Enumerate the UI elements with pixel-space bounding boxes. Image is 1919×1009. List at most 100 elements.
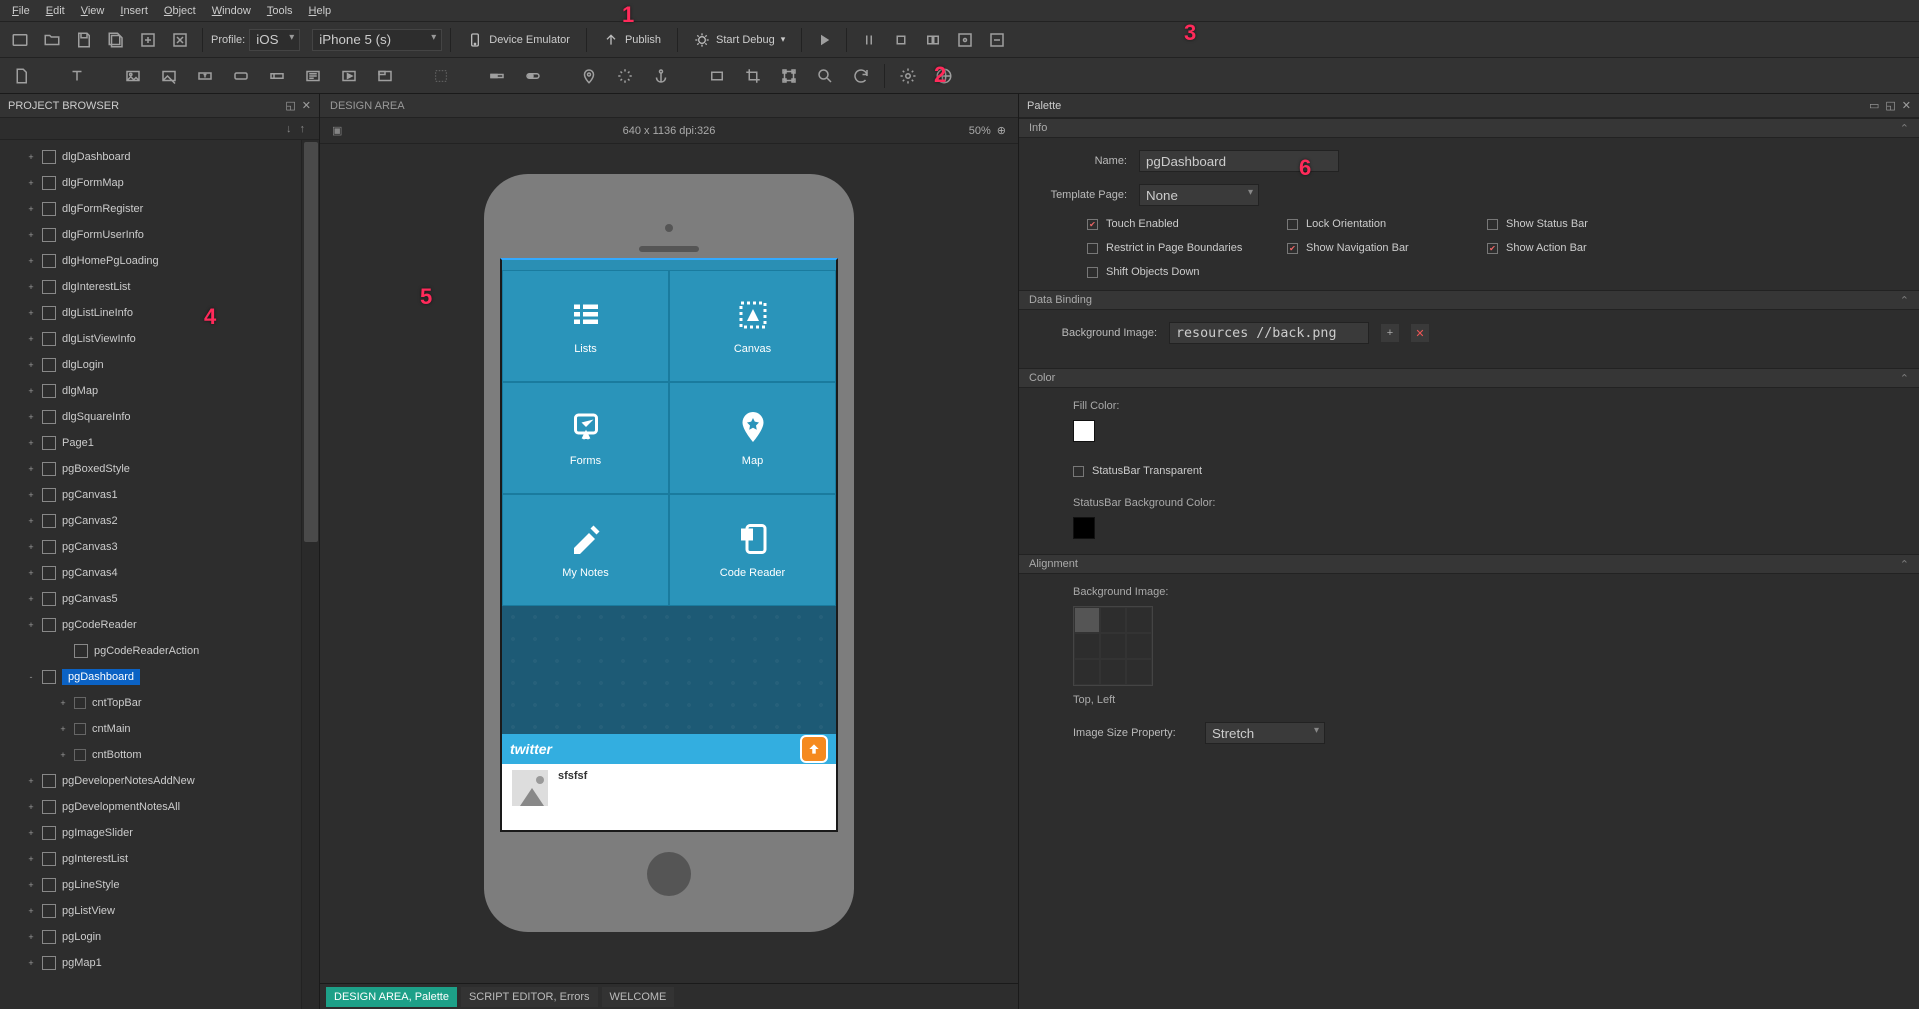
palette-close-icon[interactable]: ✕ [1902, 99, 1911, 112]
debug-play-icon[interactable] [810, 26, 838, 54]
tree-item[interactable]: +pgCanvas3 [0, 534, 319, 560]
statusbar-transparent-checkbox[interactable] [1073, 466, 1084, 477]
tree-item[interactable]: +dlgMap [0, 378, 319, 404]
tree-item[interactable]: +dlgListViewInfo [0, 326, 319, 352]
alignment-grid[interactable] [1073, 606, 1153, 686]
expand-icon[interactable]: + [26, 308, 36, 318]
tree-item[interactable]: +pgDeveloperNotesAddNew [0, 768, 319, 794]
tree-item[interactable]: +pgListView [0, 898, 319, 924]
checkbox[interactable] [1087, 219, 1098, 230]
palette-min-icon[interactable]: ▭ [1869, 99, 1879, 112]
tool-newpage-icon[interactable] [8, 63, 34, 89]
expand-icon[interactable]: + [58, 698, 68, 708]
tool-image-icon[interactable] [120, 63, 146, 89]
project-tree[interactable]: +dlgDashboard+dlgFormMap+dlgFormRegister… [0, 140, 319, 1009]
device-emulator-button[interactable]: Device Emulator [459, 26, 578, 54]
tree-item[interactable]: +pgDevelopmentNotesAll [0, 794, 319, 820]
menu-insert[interactable]: Insert [112, 2, 156, 20]
debug-step1-icon[interactable] [919, 26, 947, 54]
tree-item[interactable]: +pgLogin [0, 924, 319, 950]
tree-item[interactable]: +pgCanvas5 [0, 586, 319, 612]
phone-screen[interactable]: Lists Canvas Forms [500, 258, 838, 832]
saveall-icon[interactable] [102, 26, 130, 54]
tool-slider-icon[interactable] [484, 63, 510, 89]
tree-scrollbar[interactable] [301, 140, 319, 1009]
checkbox[interactable] [1287, 219, 1298, 230]
template-select[interactable]: None [1139, 184, 1259, 206]
publish-button[interactable]: Publish [595, 26, 669, 54]
tree-item[interactable]: +dlgFormRegister [0, 196, 319, 222]
alignment-collapse-icon[interactable]: ⌃ [1900, 558, 1909, 571]
debug-step2-icon[interactable] [951, 26, 979, 54]
menu-window[interactable]: Window [204, 2, 259, 20]
zoom-icon[interactable]: ⊕ [997, 124, 1006, 137]
tool-video-icon[interactable] [336, 63, 362, 89]
info-collapse-icon[interactable]: ⌃ [1900, 122, 1909, 135]
tree-item[interactable]: +dlgFormUserInfo [0, 222, 319, 248]
tree-item[interactable]: +pgCanvas4 [0, 560, 319, 586]
checkbox[interactable] [1087, 243, 1098, 254]
tree-item[interactable]: +pgCanvas2 [0, 508, 319, 534]
tree-item[interactable]: +Page1 [0, 430, 319, 456]
expand-icon[interactable]: + [26, 542, 36, 552]
tree-item[interactable]: +pgCanvas1 [0, 482, 319, 508]
device-select[interactable]: iPhone 5 (s) [312, 29, 442, 51]
export-icon[interactable] [134, 26, 162, 54]
tile-map[interactable]: Map [669, 382, 836, 494]
pb-sortdown-icon[interactable]: ↓ [286, 123, 292, 135]
tree-item[interactable]: +pgInterestList [0, 846, 319, 872]
tool-refresh-icon[interactable] [848, 63, 874, 89]
tree-item[interactable]: +pgMap1 [0, 950, 319, 976]
menu-object[interactable]: Object [156, 2, 204, 20]
expand-icon[interactable]: + [26, 152, 36, 162]
tree-item[interactable]: +dlgFormMap [0, 170, 319, 196]
debug-step3-icon[interactable] [983, 26, 1011, 54]
expand-icon[interactable]: + [26, 854, 36, 864]
checkbox[interactable] [1287, 243, 1298, 254]
tool-textarea-icon[interactable] [300, 63, 326, 89]
scroll-up-button[interactable] [800, 735, 828, 763]
expand-icon[interactable]: + [26, 620, 36, 630]
menu-edit[interactable]: Edit [38, 2, 73, 20]
tool-settings-icon[interactable] [895, 63, 921, 89]
expand-icon[interactable]: + [26, 932, 36, 942]
expand-icon[interactable]: + [26, 256, 36, 266]
tool-transform-icon[interactable] [776, 63, 802, 89]
tool-button-icon[interactable] [228, 63, 254, 89]
tile-lists[interactable]: Lists [502, 270, 669, 382]
tool-mappin-icon[interactable] [576, 63, 602, 89]
tool-input-icon[interactable] [264, 63, 290, 89]
bgimage-input[interactable] [1169, 322, 1369, 344]
expand-icon[interactable]: + [26, 334, 36, 344]
expand-icon[interactable]: + [26, 906, 36, 916]
tree-item[interactable]: +cntTopBar [0, 690, 319, 716]
tool-loading-icon[interactable] [612, 63, 638, 89]
tool-anchor-icon[interactable] [648, 63, 674, 89]
tree-item[interactable]: -pgDashboard [0, 664, 319, 690]
tree-item[interactable]: +dlgHomePgLoading [0, 248, 319, 274]
expand-icon[interactable]: + [58, 724, 68, 734]
statusbar-bg-swatch[interactable] [1073, 517, 1095, 539]
tree-item[interactable]: +pgLineStyle [0, 872, 319, 898]
import-icon[interactable] [166, 26, 194, 54]
expand-icon[interactable]: + [26, 828, 36, 838]
databinding-collapse-icon[interactable]: ⌃ [1900, 294, 1909, 307]
tool-container-icon[interactable] [372, 63, 398, 89]
expand-icon[interactable]: + [26, 958, 36, 968]
new-project-icon[interactable] [6, 26, 34, 54]
tree-item[interactable]: +dlgDashboard [0, 144, 319, 170]
tree-item[interactable]: +pgImageSlider [0, 820, 319, 846]
tool-zoom-icon[interactable] [812, 63, 838, 89]
start-debug-button[interactable]: Start Debug ▾ [686, 26, 793, 54]
tree-item[interactable]: +pgBoxedStyle [0, 456, 319, 482]
debug-stop-icon[interactable] [887, 26, 915, 54]
tab-script-errors[interactable]: SCRIPT EDITOR, Errors [461, 987, 598, 1007]
expand-icon[interactable]: + [26, 204, 36, 214]
tool-imagebtn-icon[interactable] [156, 63, 182, 89]
fillcolor-swatch[interactable] [1073, 420, 1095, 442]
imagesize-select[interactable]: Stretch [1205, 722, 1325, 744]
pb-pop-icon[interactable]: ◱ [285, 99, 295, 112]
expand-icon[interactable]: + [26, 178, 36, 188]
expand-icon[interactable]: + [26, 360, 36, 370]
tree-item[interactable]: +dlgInterestList [0, 274, 319, 300]
